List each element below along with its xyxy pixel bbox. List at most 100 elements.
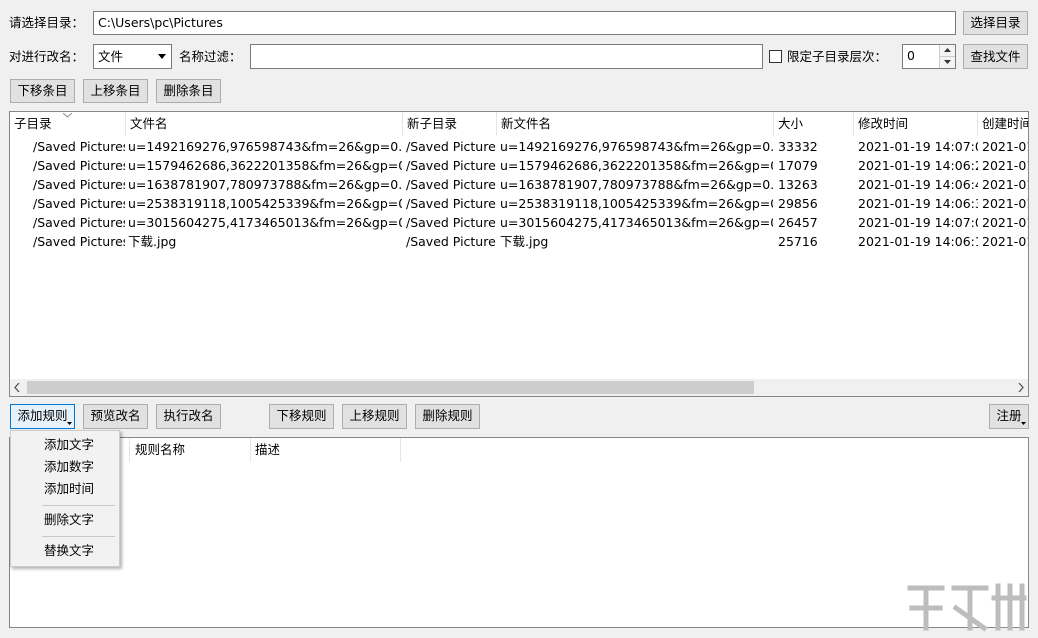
move-item-down-button[interactable]: 下移条目 <box>10 79 75 103</box>
cell-modified: 2021-01-19 14:06:23 <box>858 158 978 173</box>
cell-created: 2021-01 <box>982 196 1028 211</box>
delete-rule-button[interactable]: 删除规则 <box>415 404 480 429</box>
cell-new-filename: u=3015604275,4173465013&fm=26&gp=0.jpg <box>500 215 773 230</box>
execute-rename-button[interactable]: 执行改名 <box>156 404 221 429</box>
cell-filename: 下载.jpg <box>128 234 177 249</box>
cell-new-subdir: /Saved Pictures <box>406 158 496 173</box>
delete-item-button[interactable]: 删除条目 <box>156 79 221 103</box>
table-row[interactable]: /Saved Pictures u=1492169276,976598743&fm… <box>10 137 1028 156</box>
cell-new-filename: 下载.jpg <box>500 234 549 249</box>
depth-spinbox[interactable]: 0 <box>902 44 956 69</box>
col-header-new-filename[interactable]: 新文件名 <box>497 112 774 136</box>
add-rule-button[interactable]: 添加规则 <box>10 404 75 429</box>
col-header-filename[interactable]: 文件名 <box>126 112 403 136</box>
cell-modified: 2021-01-19 14:06:47 <box>858 177 978 192</box>
cell-subdir: /Saved Pictures <box>33 139 125 154</box>
cell-new-subdir: /Saved Pictures <box>406 215 496 230</box>
rename-target-value: 文件 <box>98 49 124 64</box>
cell-filename: u=2538319118,1005425339&fm=26&gp=0.jpg <box>128 196 402 211</box>
rename-target-label: 对进行改名： <box>9 49 85 64</box>
cell-new-filename: u=1638781907,780973788&fm=26&gp=0.jpg <box>500 177 773 192</box>
file-table-header: 子目录 文件名 新子目录 新文件名 大小 修改时间 创建时间 <box>10 112 1028 136</box>
col-header-description[interactable]: 描述 <box>251 438 401 462</box>
table-row[interactable]: /Saved Pictures u=1579462686,3622201358&f… <box>10 156 1028 175</box>
col-header-created[interactable]: 创建时间 <box>978 112 1028 136</box>
dir-label: 请选择目录： <box>9 15 85 30</box>
cell-filename: u=1492169276,976598743&fm=26&gp=0.jpg <box>128 139 402 154</box>
cell-size: 26457 <box>778 215 818 230</box>
cell-created: 2021-01 <box>982 234 1028 249</box>
menu-item-add-text[interactable]: 添加文字 <box>44 435 94 455</box>
preview-rename-button[interactable]: 预览改名 <box>83 404 148 429</box>
cell-new-subdir: /Saved Pictures <box>406 234 496 249</box>
name-filter-label: 名称过滤： <box>179 49 242 64</box>
cell-created: 2021-01 <box>982 158 1028 173</box>
table-row[interactable]: /Saved Pictures 下载.jpg/Saved Pictures 下载.j… <box>10 232 1028 251</box>
cell-subdir: /Saved Pictures <box>33 196 125 211</box>
move-rule-up-button[interactable]: 上移规则 <box>342 404 407 429</box>
file-table-body: /Saved Pictures u=1492169276,976598743&fm… <box>10 137 1028 377</box>
cell-subdir: /Saved Pictures <box>33 234 125 249</box>
col-header-rule-name[interactable]: 规则名称 <box>129 438 251 462</box>
col-header-modified[interactable]: 修改时间 <box>854 112 978 136</box>
col-header-size[interactable]: 大小 <box>774 112 854 136</box>
horizontal-scrollbar[interactable] <box>10 379 1028 396</box>
menu-item-add-time[interactable]: 添加时间 <box>44 479 94 499</box>
depth-value: 0 <box>907 48 915 63</box>
sort-indicator-icon <box>63 113 72 118</box>
cell-size: 33332 <box>778 139 818 154</box>
cell-size: 25716 <box>778 234 818 249</box>
scroll-right-icon[interactable] <box>1018 383 1024 392</box>
find-files-button[interactable]: 查找文件 <box>963 44 1028 69</box>
cell-subdir: /Saved Pictures <box>33 215 125 230</box>
cell-filename: u=1579462686,3622201358&fm=26&gp=0.jpg <box>128 158 402 173</box>
menu-item-delete-text[interactable]: 删除文字 <box>44 510 94 530</box>
cell-new-subdir: /Saved Pictures <box>406 139 496 154</box>
move-item-up-button[interactable]: 上移条目 <box>83 79 148 103</box>
cell-filename: u=1638781907,780973788&fm=26&gp=0.jpg <box>128 177 402 192</box>
cell-new-subdir: /Saved Pictures <box>406 196 496 211</box>
site-watermark-logo <box>907 583 1027 632</box>
file-list-table[interactable]: 子目录 文件名 新子目录 新文件名 大小 修改时间 创建时间 /Saved Pi… <box>9 111 1029 397</box>
add-rule-menu: 添加文字 添加数字 添加时间 删除文字 替换文字 <box>10 430 120 567</box>
table-row[interactable]: /Saved Pictures u=1638781907,780973788&fm… <box>10 175 1028 194</box>
chevron-down-icon <box>158 54 166 59</box>
cell-size: 29856 <box>778 196 818 211</box>
cell-modified: 2021-01-19 14:06:14 <box>858 234 978 249</box>
rule-list-table[interactable]: 规则名称 描述 <box>9 437 1029 628</box>
spin-down-icon[interactable] <box>939 57 955 68</box>
limit-depth-label: 限定子目录层次： <box>787 49 888 64</box>
cell-modified: 2021-01-19 14:07:03 <box>858 215 978 230</box>
cell-modified: 2021-01-19 14:07:09 <box>858 139 978 154</box>
rename-target-select[interactable]: 文件 <box>93 44 172 69</box>
cell-size: 17079 <box>778 158 818 173</box>
menu-item-replace-text[interactable]: 替换文字 <box>44 541 94 561</box>
spin-up-icon[interactable] <box>939 45 955 57</box>
chevron-down-icon <box>1021 422 1026 425</box>
table-row[interactable]: /Saved Pictures u=3015604275,4173465013&f… <box>10 213 1028 232</box>
cell-new-filename: u=2538319118,1005425339&fm=26&gp=0.jpg <box>500 196 773 211</box>
table-row[interactable]: /Saved Pictures u=2538319118,1005425339&f… <box>10 194 1028 213</box>
menu-item-add-number[interactable]: 添加数字 <box>44 457 94 477</box>
cell-new-filename: u=1492169276,976598743&fm=26&gp=0.jpg <box>500 139 773 154</box>
name-filter-input[interactable] <box>250 44 763 69</box>
register-button[interactable]: 注册 <box>989 404 1029 429</box>
choose-dir-button[interactable]: 选择目录 <box>963 11 1028 35</box>
move-rule-down-button[interactable]: 下移规则 <box>269 404 334 429</box>
cell-subdir: /Saved Pictures <box>33 158 125 173</box>
cell-size: 13263 <box>778 177 818 192</box>
cell-new-filename: u=1579462686,3622201358&fm=26&gp=0.jpg <box>500 158 773 173</box>
scrollbar-thumb[interactable] <box>27 381 754 394</box>
limit-depth-checkbox[interactable] <box>769 50 782 63</box>
cell-filename: u=3015604275,4173465013&fm=26&gp=0.jpg <box>128 215 402 230</box>
menu-separator <box>42 505 115 506</box>
chevron-down-icon <box>67 422 72 425</box>
cell-created: 2021-01 <box>982 177 1028 192</box>
menu-separator <box>42 536 115 537</box>
dir-path-input[interactable]: C:\Users\pc\Pictures <box>93 11 956 35</box>
cell-subdir: /Saved Pictures <box>33 177 125 192</box>
col-header-new-subdir[interactable]: 新子目录 <box>403 112 497 136</box>
cell-created: 2021-01 <box>982 215 1028 230</box>
cell-created: 2021-01 <box>982 139 1028 154</box>
scroll-left-icon[interactable] <box>14 383 20 392</box>
